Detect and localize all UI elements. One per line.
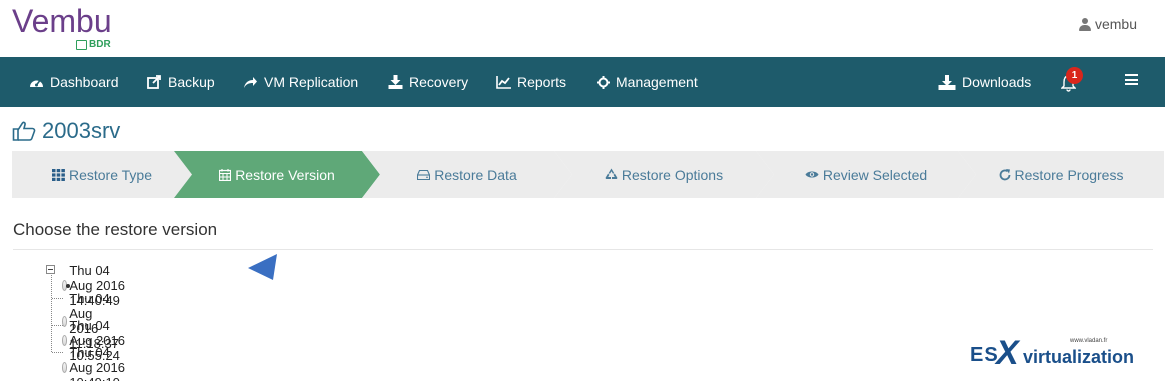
nav-reports-label: Reports	[517, 74, 567, 90]
version-radio[interactable]	[62, 362, 68, 373]
refresh-icon	[999, 168, 1010, 180]
wizard-step-label: Restore Type	[68, 166, 152, 183]
vembu-logo[interactable]: Vembu BDR	[12, 3, 122, 53]
page-title: 2003srv	[12, 118, 120, 144]
management-icon	[597, 75, 610, 89]
wizard-step-restore-type[interactable]: Restore Type	[12, 151, 192, 198]
user-name: vembu	[1094, 16, 1137, 32]
version-label: Thu 04 Aug 2016 10:49:10	[69, 345, 125, 381]
watermark-site: www.vladan.fr	[1070, 338, 1108, 344]
wizard-step-label: Restore Progress	[1014, 166, 1124, 183]
download-icon	[938, 74, 956, 90]
main-navbar: Dashboard Backup VM Replication Recovery…	[0, 57, 1165, 107]
section-divider	[13, 249, 1153, 250]
nav-backup-label: Backup	[168, 74, 215, 90]
wizard-step-label: Restore Data	[434, 166, 517, 183]
nav-backup[interactable]: Backup	[147, 57, 215, 107]
annotation-arrow	[248, 254, 277, 280]
nav-dashboard-label: Dashboard	[50, 74, 119, 90]
logo-sub: BDR	[89, 39, 111, 50]
nav-reports[interactable]: Reports	[496, 57, 566, 107]
nav-downloads[interactable]: Downloads	[938, 57, 1031, 107]
watermark-es: ES	[970, 344, 999, 366]
version-item[interactable]: Thu 04 Aug 2016 10:49:10	[62, 345, 126, 381]
nav-downloads-label: Downloads	[962, 74, 1032, 90]
wizard-step-review-selected[interactable]: Review Selected	[756, 151, 976, 198]
dashboard-icon	[30, 80, 43, 87]
recovery-icon	[388, 75, 403, 89]
nav-recovery-label: Recovery	[409, 74, 469, 90]
grid-icon	[51, 168, 65, 181]
restore-wizard: Restore Type Restore Version Restore Dat…	[12, 151, 1164, 198]
thumbs-up-icon	[12, 121, 36, 141]
user-icon	[1078, 17, 1091, 31]
backup-icon	[147, 75, 161, 89]
nav-vm-replication-label: VM Replication	[264, 74, 359, 90]
logo-bdr: BDR	[76, 39, 111, 50]
bdr-icon	[76, 39, 87, 50]
wizard-step-label: Review Selected	[822, 166, 928, 183]
calendar-icon	[219, 168, 232, 181]
recycle-icon	[605, 168, 618, 179]
logo-text: Vembu	[12, 3, 112, 39]
version-radio[interactable]	[62, 280, 70, 291]
notification-badge: 1	[1066, 67, 1083, 84]
wizard-step-restore-options[interactable]: Restore Options	[554, 151, 774, 198]
wizard-step-restore-progress[interactable]: Restore Progress	[958, 151, 1164, 198]
nav-vm-replication[interactable]: VM Replication	[243, 57, 358, 107]
drive-icon	[417, 169, 431, 180]
nav-management[interactable]: Management	[597, 57, 698, 107]
page-title-text: 2003srv	[42, 118, 121, 143]
nav-recovery[interactable]: Recovery	[388, 57, 468, 107]
wizard-step-restore-data[interactable]: Restore Data	[362, 151, 572, 198]
nav-dashboard[interactable]: Dashboard	[29, 57, 119, 107]
watermark-x: X	[996, 334, 1019, 372]
top-header: Vembu BDR vembu	[0, 0, 1165, 57]
collapse-icon[interactable]	[46, 265, 55, 274]
section-heading: Choose the restore version	[13, 220, 218, 239]
user-menu[interactable]: vembu	[1078, 16, 1137, 32]
watermark-virtualization: virtualization	[1023, 347, 1135, 367]
wizard-step-label: Restore Version	[235, 166, 335, 183]
replication-icon	[244, 76, 257, 88]
eye-icon	[805, 171, 819, 178]
menu-icon[interactable]	[1125, 74, 1138, 85]
tree-line	[51, 275, 52, 352]
wizard-step-restore-version[interactable]: Restore Version	[174, 151, 380, 198]
reports-icon	[496, 75, 511, 89]
wizard-step-label: Restore Options	[621, 166, 724, 183]
nav-management-label: Management	[616, 74, 698, 90]
